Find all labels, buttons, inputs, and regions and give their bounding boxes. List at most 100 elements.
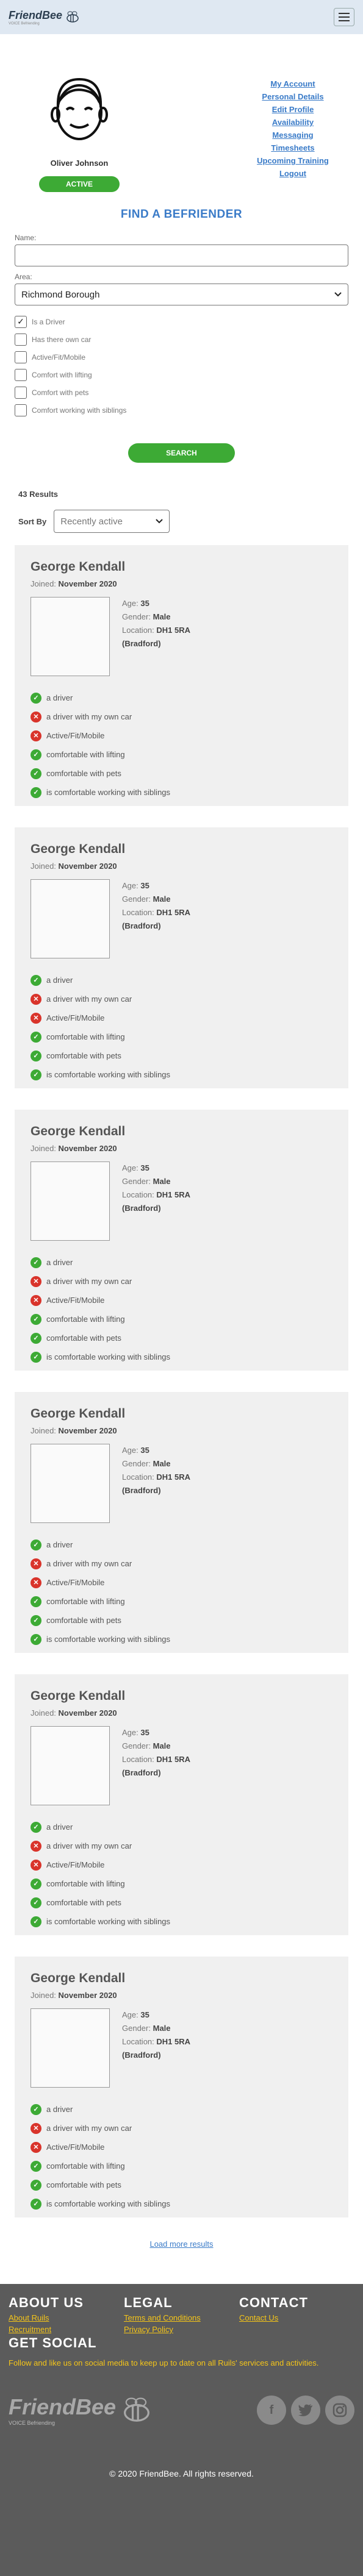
befriender-name[interactable]: George Kendall [31,1124,332,1139]
trait-label: a driver [46,693,73,702]
menu-link-timesheets[interactable]: Timesheets [271,143,314,152]
befriender-card[interactable]: George Kendall Joined: November 2020 Age… [15,1110,348,1371]
befriender-name[interactable]: George Kendall [31,1971,332,1986]
befriender-name[interactable]: George Kendall [31,1689,332,1704]
instagram-icon[interactable] [325,2396,354,2425]
befriender-card[interactable]: George Kendall Joined: November 2020 Age… [15,545,348,806]
footer-link-about-ruils[interactable]: About Ruils [9,2313,124,2322]
town-value: (Bradford) [122,2050,161,2060]
menu-link-edit-profile[interactable]: Edit Profile [272,105,314,114]
footer-link-terms[interactable]: Terms and Conditions [124,2313,239,2322]
footer-logo[interactable]: FriendBee VOICE Befriending [9,2394,154,2426]
gender-label: Gender: [122,1459,151,1468]
footer-link-recruitment[interactable]: Recruitment [9,2325,124,2334]
trait-item: ✕ a driver with my own car [31,2119,332,2138]
check-circle-icon: ✓ [31,1897,41,1908]
age-label: Age: [122,1728,138,1737]
filter-option-siblings[interactable]: Comfort working with siblings [15,401,348,419]
menu-link-upcoming-training[interactable]: Upcoming Training [257,156,329,165]
menu-link-my-account[interactable]: My Account [270,79,315,88]
profile-section: Oliver Johnson ACTIVE My Account Persona… [0,34,363,204]
account-menu: My Account Personal Details Edit Profile… [241,71,345,192]
facebook-icon[interactable]: f [257,2396,286,2425]
trait-label: Active/Fit/Mobile [46,1578,105,1587]
gender-label: Gender: [122,2024,151,2033]
joined-value: November 2020 [58,1991,117,2000]
menu-link-messaging[interactable]: Messaging [272,130,313,140]
footer-link-privacy[interactable]: Privacy Policy [124,2325,239,2334]
age-value: 35 [140,1163,149,1172]
filter-option-own-car[interactable]: Has there own car [15,330,348,348]
town-row: (Bradford) [122,1484,190,1497]
befriender-photo[interactable] [31,2008,110,2088]
befriender-photo[interactable] [31,1444,110,1523]
checkbox[interactable] [15,351,27,363]
town-value: (Bradford) [122,1486,161,1495]
filter-option-label: Comfort with pets [32,388,89,397]
joined-value: November 2020 [58,579,117,588]
befriender-photo[interactable] [31,597,110,676]
gender-value: Male [153,612,171,621]
checkbox-checked[interactable]: ✓ [15,315,27,328]
menu-link-availability[interactable]: Availability [272,118,314,127]
gender-row: Gender: Male [122,1457,190,1471]
footer-brand-row: FriendBee VOICE Befriending f [9,2394,354,2426]
checkbox[interactable] [15,333,27,346]
town-row: (Bradford) [122,1202,190,1215]
trait-item: ✕ a driver with my own car [31,1272,332,1291]
town-value: (Bradford) [122,921,161,930]
trait-label: comfortable with lifting [46,1597,125,1606]
check-circle-icon: ✓ [31,1031,41,1043]
trait-item: ✕ Active/Fit/Mobile [31,1291,332,1310]
menu-toggle-button[interactable] [334,8,354,26]
logo[interactable]: FriendBee VOICE Befriending [9,9,81,26]
age-value: 35 [140,599,149,608]
filter-option-pets[interactable]: Comfort with pets [15,384,348,401]
trait-label: comfortable with lifting [46,2161,125,2171]
befriender-photo[interactable] [31,879,110,958]
location-label: Location: [122,1755,154,1764]
check-circle-icon: ✓ [31,2198,41,2210]
befriender-card[interactable]: George Kendall Joined: November 2020 Age… [15,827,348,1088]
befriender-details: Age: 35 Gender: Male Location: DH1 5RA (… [31,1444,332,1523]
check-circle-icon: ✓ [31,1257,41,1268]
trait-item: ✓ a driver [31,2100,332,2119]
location-label: Location: [122,1472,154,1482]
trait-item: ✓ comfortable with pets [31,764,332,783]
checkbox[interactable] [15,368,27,381]
menu-link-personal-details[interactable]: Personal Details [262,92,323,101]
hamburger-line [339,13,350,14]
load-more-link[interactable]: Load more results [149,2239,213,2249]
joined-label: Joined: [31,1708,56,1718]
checkbox[interactable] [15,386,27,399]
befriender-card[interactable]: George Kendall Joined: November 2020 Age… [15,1674,348,1935]
befriender-card[interactable]: George Kendall Joined: November 2020 Age… [15,1957,348,2217]
search-button[interactable]: SEARCH [128,443,235,463]
name-input[interactable] [15,244,348,266]
befriender-card[interactable]: George Kendall Joined: November 2020 Age… [15,1392,348,1653]
befriender-info: Age: 35 Gender: Male Location: DH1 5RA (… [122,879,190,958]
befriender-name[interactable]: George Kendall [31,560,332,574]
twitter-icon[interactable] [291,2396,320,2425]
filter-option-lifting[interactable]: Comfort with lifting [15,366,348,384]
befriender-name[interactable]: George Kendall [31,1407,332,1421]
footer-link-contact-us[interactable]: Contact Us [239,2313,354,2322]
trait-list: ✓ a driver ✕ a driver with my own car ✕ … [31,2100,332,2213]
befriender-name[interactable]: George Kendall [31,842,332,857]
gender-row: Gender: Male [122,1739,190,1753]
checkbox[interactable] [15,404,27,416]
area-select[interactable]: Richmond Borough [15,284,348,305]
page-title: FIND A BEFRIENDER [120,208,243,221]
filter-option-driver[interactable]: ✓ Is a Driver [15,313,348,330]
sort-select[interactable]: Recently active [54,510,170,533]
town-row: (Bradford) [122,1766,190,1780]
filter-options: ✓ Is a Driver Has there own car Active/F… [15,313,348,419]
check-circle-icon: ✓ [31,2160,41,2172]
menu-link-logout[interactable]: Logout [279,169,306,178]
hamburger-line [339,20,350,21]
filter-option-active[interactable]: Active/Fit/Mobile [15,348,348,366]
footer-contact: CONTACT Contact Us [239,2295,354,2334]
befriender-photo[interactable] [31,1161,110,1241]
joined-label: Joined: [31,862,56,871]
befriender-photo[interactable] [31,1726,110,1805]
